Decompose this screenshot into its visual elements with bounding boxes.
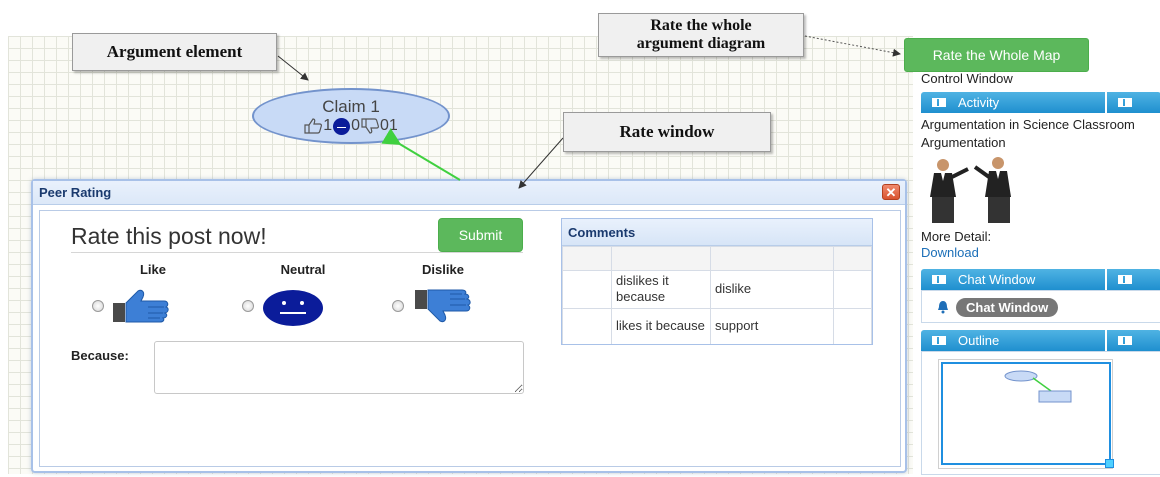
outline-minimap[interactable]	[938, 359, 1114, 469]
comment-type: support	[710, 307, 834, 344]
thumbs-down-icon[interactable]	[414, 289, 472, 323]
because-label: Because:	[71, 348, 129, 363]
activity-title: Argumentation in Science Classroom Argum…	[921, 116, 1160, 151]
activity-title-line1: Argumentation in Science Classroom	[921, 117, 1135, 132]
panel-icon	[932, 98, 946, 107]
outline-bar-title: Outline	[958, 333, 1000, 348]
claim-neutral-count: 0	[351, 117, 360, 134]
comment-text: dislikes it because	[611, 270, 711, 309]
thumbs-up-icon[interactable]	[112, 289, 170, 323]
comments-header-row	[562, 246, 872, 271]
claim-like-count: 1	[323, 117, 333, 134]
control-window-title: Control Window	[921, 71, 1013, 86]
neutral-face-icon[interactable]	[262, 289, 324, 327]
table-row[interactable]: likes it because support	[562, 307, 872, 344]
claim-title: Claim 1	[322, 97, 380, 116]
comment-type: dislike	[710, 270, 834, 309]
activity-title-line2: Argumentation	[921, 134, 1006, 150]
activity-bar-title: Activity	[958, 95, 1000, 110]
close-icon[interactable]: ✕	[882, 184, 900, 200]
chat-panel-bar[interactable]: Chat Window	[921, 269, 1160, 290]
minimap-diagram	[1004, 370, 1072, 403]
dislike-label: Dislike	[422, 262, 464, 277]
rate-whole-callout-line2: argument diagram	[636, 35, 766, 52]
download-link[interactable]: Download	[921, 245, 979, 260]
bell-icon	[938, 301, 948, 314]
claim-node[interactable]: Claim 1 1 0 01	[252, 88, 450, 144]
more-detail-label: More Detail:	[921, 229, 992, 244]
outline-resize-handle[interactable]	[1105, 459, 1114, 468]
activity-panel-bar[interactable]: Activity	[921, 92, 1160, 113]
neutral-radio[interactable]	[242, 300, 254, 312]
dialog-body: Rate this post now! Submit Like Neutral …	[39, 210, 901, 467]
like-label: Like	[139, 262, 166, 277]
chat-panel: Chat Window	[921, 290, 1160, 323]
neutral-label: Neutral	[280, 262, 326, 277]
table-row[interactable]: dislikes it because dislike	[562, 270, 872, 309]
rate-window-callout: Rate window	[563, 112, 771, 152]
claim-vote-counts: 1 0 01	[254, 117, 448, 135]
heading-divider	[71, 252, 523, 253]
dialog-header[interactable]: Peer Rating ✕	[33, 181, 905, 205]
chat-bar-title: Chat Window	[958, 272, 1036, 287]
argument-element-callout: Argument element	[72, 33, 277, 71]
claim-dislike-count: 01	[380, 117, 398, 134]
panel-toggle-icon[interactable]	[1118, 98, 1132, 107]
comments-title: Comments	[562, 219, 872, 246]
panel-toggle-icon[interactable]	[1118, 275, 1132, 284]
outline-panel	[921, 351, 1160, 475]
outline-viewport[interactable]	[941, 362, 1114, 468]
rate-heading: Rate this post now!	[71, 223, 267, 249]
dislike-radio[interactable]	[392, 300, 404, 312]
rate-whole-map-button[interactable]: Rate the Whole Map	[904, 38, 1089, 72]
outline-panel-bar[interactable]: Outline	[921, 330, 1160, 351]
like-radio[interactable]	[92, 300, 104, 312]
comment-text: likes it because	[611, 307, 711, 344]
comments-table: dislikes it because dislike likes it bec…	[562, 246, 872, 344]
submit-button[interactable]: Submit	[438, 218, 523, 252]
dialog-title: Peer Rating	[39, 185, 112, 200]
panel-toggle-icon[interactable]	[1118, 336, 1132, 345]
peer-rating-dialog: Peer Rating ✕ Rate this post now! Submit…	[31, 179, 907, 473]
chat-window-button[interactable]: Chat Window	[956, 298, 1059, 317]
comments-panel: Comments dislikes it because dislike lik…	[561, 218, 873, 345]
panel-icon	[932, 275, 946, 284]
because-textarea[interactable]	[154, 341, 524, 394]
rate-whole-callout: Rate the whole argument diagram	[598, 13, 804, 57]
debaters-image	[930, 157, 1011, 223]
thumbs-up-icon	[304, 118, 323, 134]
panel-icon	[932, 336, 946, 345]
thumbs-down-icon	[361, 118, 379, 134]
rate-whole-callout-line1: Rate the whole	[650, 16, 752, 34]
neutral-face-icon	[333, 117, 351, 135]
